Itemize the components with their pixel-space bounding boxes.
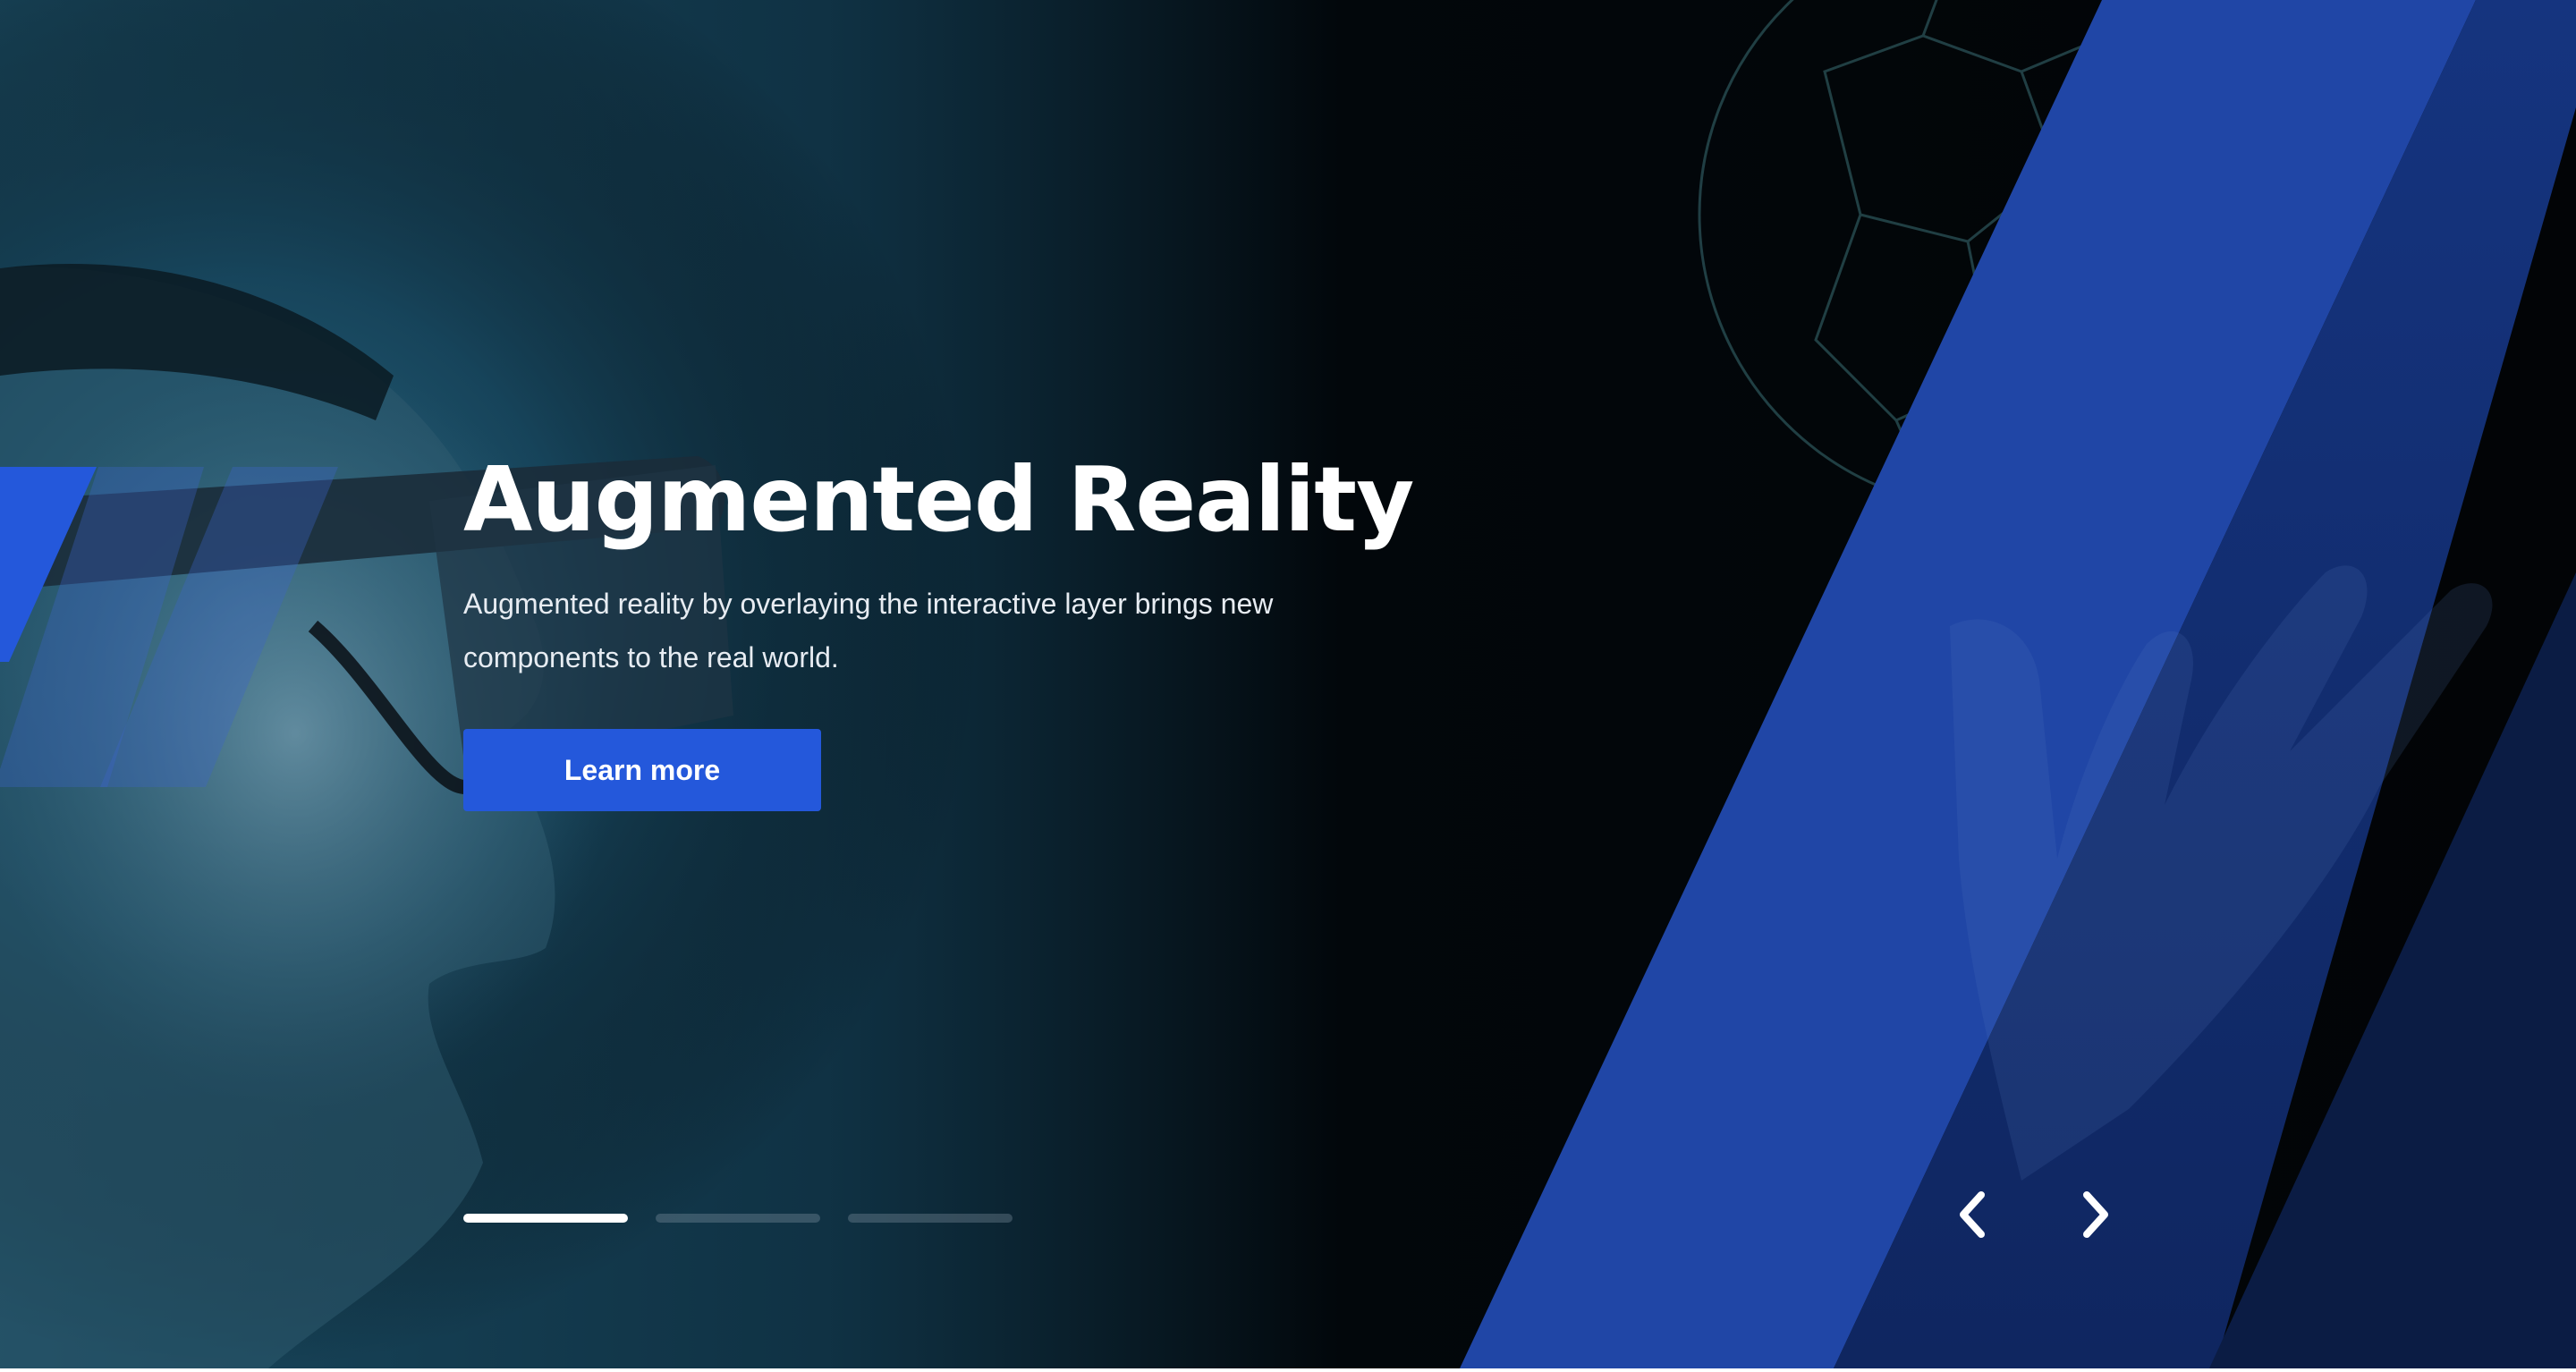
learn-more-button[interactable]: Learn more — [463, 729, 821, 811]
hero-background-art — [0, 0, 2576, 1368]
page-bottom-edge — [0, 1368, 2576, 1372]
chevron-left-icon — [1960, 1191, 1985, 1238]
previous-slide-button[interactable] — [1941, 1183, 2004, 1246]
slide-indicator-1[interactable] — [463, 1214, 628, 1223]
slide-indicator-2[interactable] — [656, 1214, 820, 1223]
hero-content: Augmented Reality Augmented reality by o… — [463, 443, 1447, 684]
chevron-right-icon — [2083, 1191, 2108, 1238]
slide-indicators — [463, 1214, 1013, 1223]
hero-description: Augmented reality by overlaying the inte… — [463, 588, 1274, 673]
next-slide-button[interactable] — [2064, 1183, 2127, 1246]
hero-title: Augmented Reality — [463, 447, 1414, 552]
slide-indicator-3[interactable] — [848, 1214, 1013, 1223]
hero-slider: Augmented Reality Augmented reality by o… — [0, 0, 2576, 1368]
